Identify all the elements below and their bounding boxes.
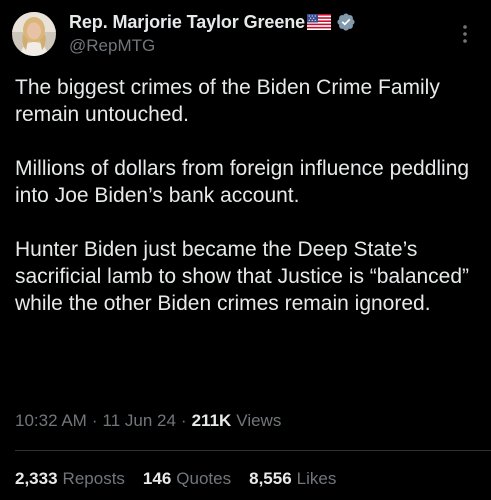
tweet-text: The biggest crimes of the Biden Crime Fa… — [15, 74, 480, 317]
verified-badge-icon[interactable] — [336, 12, 356, 32]
views-label[interactable]: Views — [236, 411, 281, 431]
tweet-paragraph: Hunter Biden just became the Deep State’… — [15, 238, 470, 315]
tweet-meta: 10:32 AM · 11 Jun 24 · 211K Views — [15, 411, 281, 431]
author-avatar[interactable] — [12, 12, 56, 56]
meta-separator: · — [91, 411, 98, 430]
likes-count[interactable]: 8,556 — [249, 469, 292, 489]
more-options-icon[interactable] — [455, 22, 475, 46]
quotes-count[interactable]: 146 — [143, 469, 171, 489]
reposts-label[interactable]: Reposts — [63, 469, 125, 489]
tweet-paragraph: Millions of dollars from foreign influen… — [15, 157, 470, 207]
engagement-stats: 2,333 Reposts 146 Quotes 8,556 Likes — [15, 469, 354, 489]
author-display-name[interactable]: Rep. Marjorie Taylor Greene — [69, 12, 305, 33]
tweet-time[interactable]: 10:32 AM — [15, 411, 87, 431]
views-count[interactable]: 211K — [192, 411, 232, 431]
reposts-count[interactable]: 2,333 — [15, 469, 58, 489]
tweet-date[interactable]: 11 Jun 24 — [103, 411, 176, 431]
meta-separator: · — [180, 411, 187, 430]
tweet-paragraph: The biggest crimes of the Biden Crime Fa… — [15, 76, 440, 126]
divider — [15, 450, 491, 451]
quotes-label[interactable]: Quotes — [176, 469, 231, 489]
author-handle[interactable]: @RepMTG — [69, 36, 356, 56]
tweet-header: Rep. Marjorie Taylor Greene @RepMTG — [12, 10, 479, 62]
likes-label[interactable]: Likes — [297, 469, 337, 489]
us-flag-icon — [307, 14, 332, 30]
